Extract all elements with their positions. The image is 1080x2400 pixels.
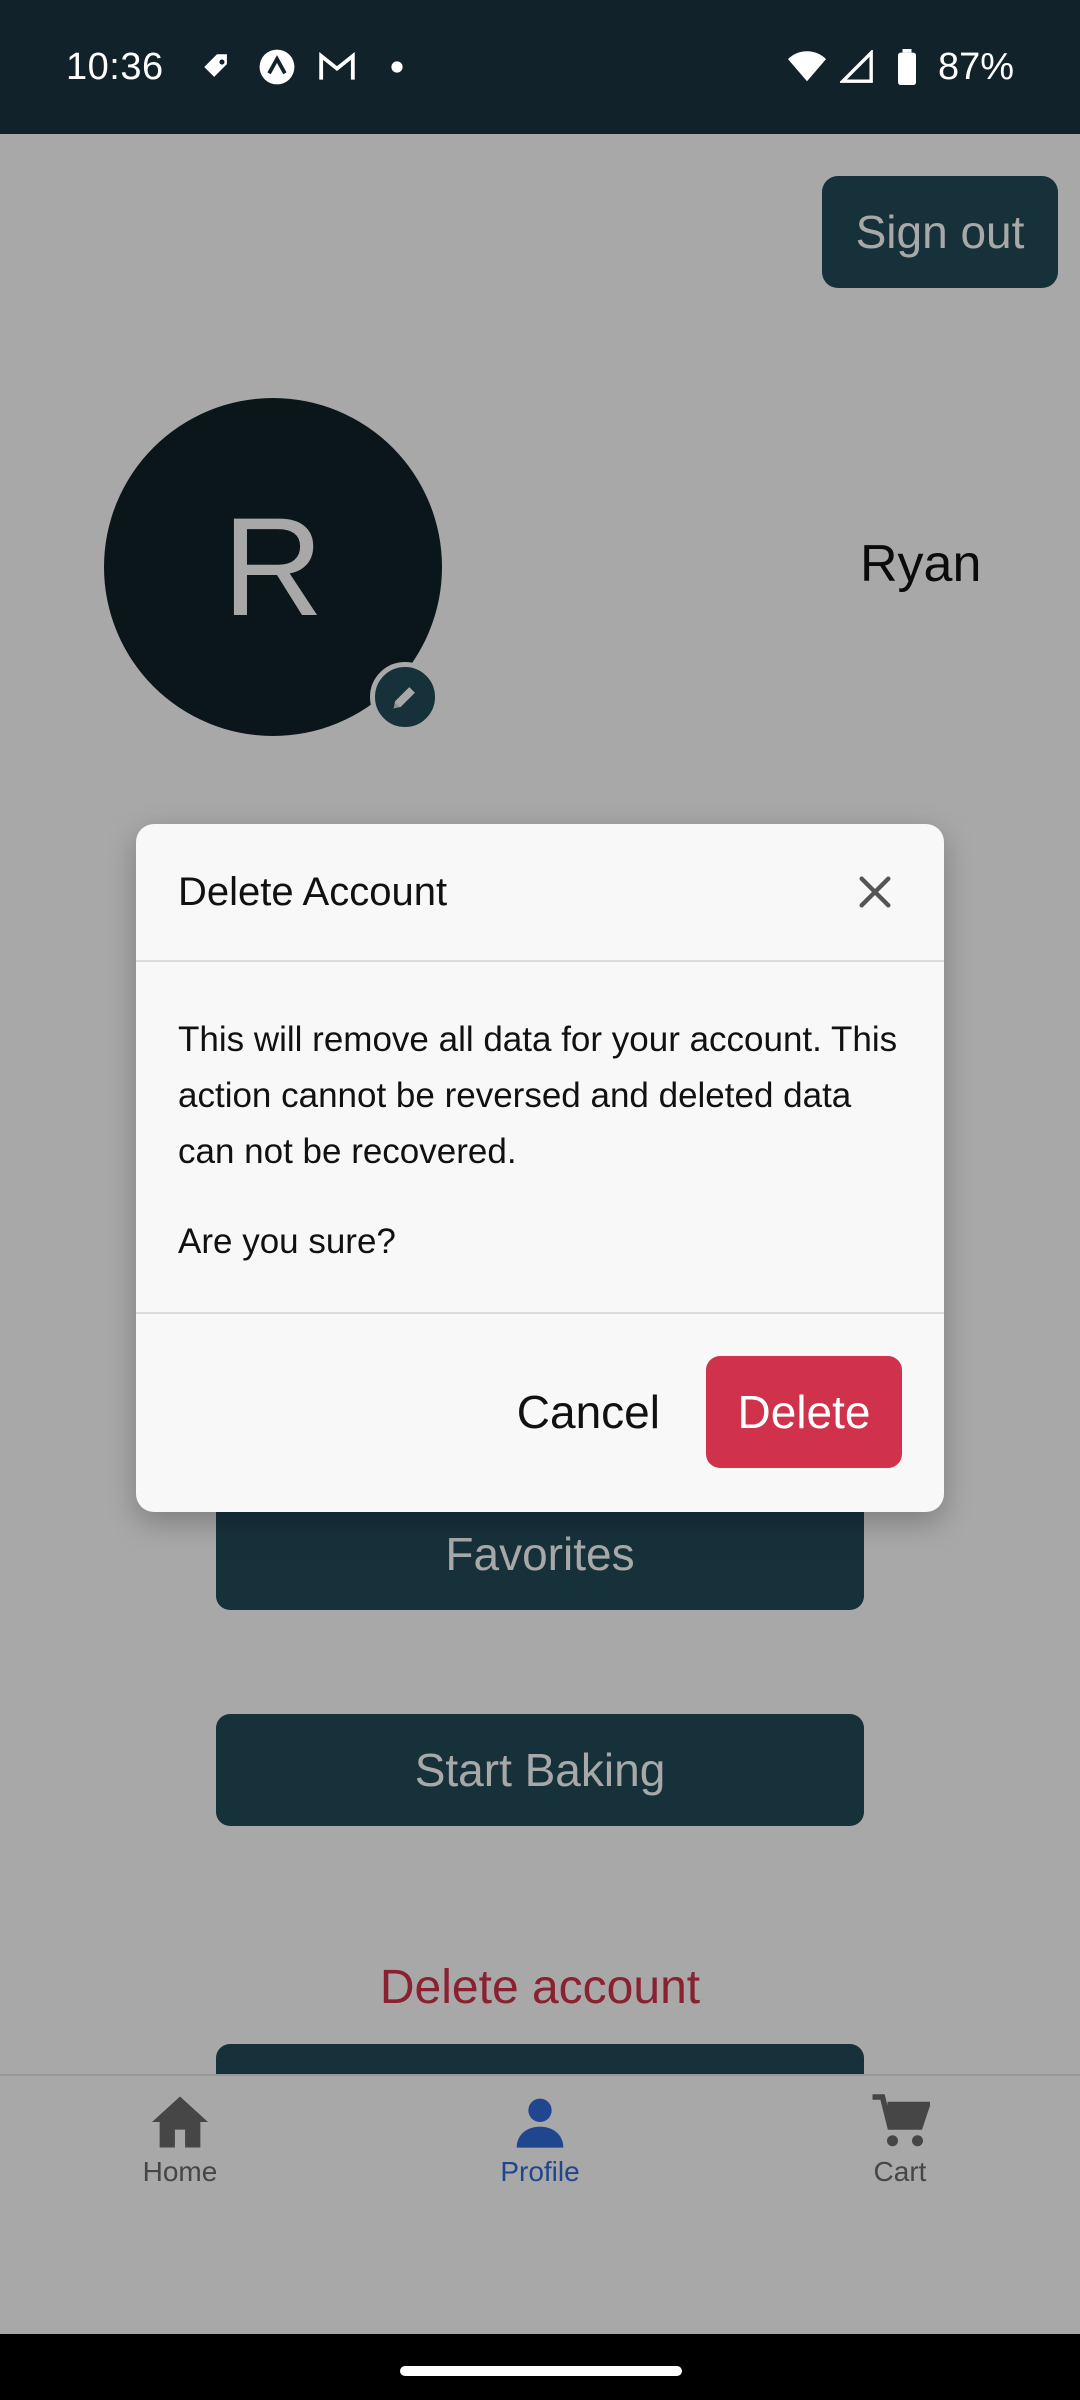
- status-bar: 10:36 87%: [0, 0, 1080, 134]
- status-right: 87%: [787, 45, 1014, 89]
- status-left: 10:36: [66, 46, 416, 89]
- status-time: 10:36: [66, 45, 164, 88]
- arrow-circle-icon: [258, 48, 296, 86]
- signal-icon: [838, 48, 876, 86]
- delete-button[interactable]: Delete: [706, 1356, 902, 1468]
- tag-icon: [198, 48, 236, 86]
- home-gesture-handle[interactable]: [400, 2366, 682, 2376]
- dot-icon: [378, 48, 416, 86]
- battery-percentage: 87%: [937, 45, 1014, 88]
- dialog-header: Delete Account: [136, 824, 944, 962]
- close-button[interactable]: [848, 865, 902, 919]
- system-gesture-bar: [0, 2334, 1080, 2400]
- gmail-icon: [318, 48, 356, 86]
- dialog-footer: Cancel Delete: [136, 1314, 944, 1510]
- dialog-title: Delete Account: [178, 869, 448, 914]
- cancel-button[interactable]: Cancel: [517, 1385, 660, 1439]
- dialog-question: Are you sure?: [178, 1222, 396, 1261]
- dialog-body: This will remove all data for your accou…: [136, 962, 944, 1314]
- wifi-icon: [787, 48, 826, 86]
- close-icon: [859, 876, 891, 908]
- delete-account-dialog: Delete Account This will remove all data…: [136, 824, 944, 1512]
- dialog-message: This will remove all data for your accou…: [178, 1020, 898, 1171]
- battery-icon: [888, 48, 926, 86]
